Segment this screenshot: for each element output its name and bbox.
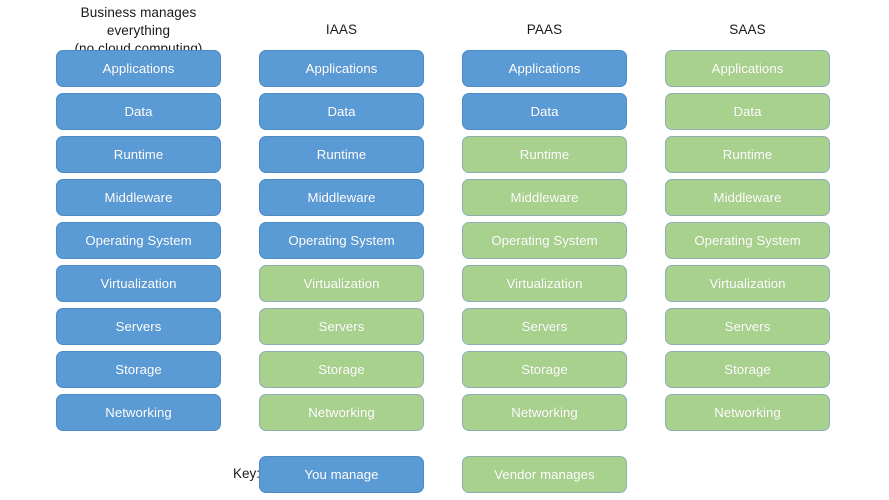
layer-cell-label: Runtime — [722, 147, 773, 162]
layer-cell-label: Networking — [714, 405, 781, 420]
column-heading-line: IAAS — [325, 22, 358, 37]
layer-cell-servers[interactable]: Servers — [56, 308, 221, 345]
layer-cell-label: Middleware — [307, 190, 376, 205]
column-heading-line: PAAS — [526, 22, 563, 37]
layer-cell-virtualization[interactable]: Virtualization — [56, 265, 221, 302]
layer-cell-data[interactable]: Data — [259, 93, 424, 130]
layer-cell-label: Networking — [308, 405, 375, 420]
layer-cell-networking[interactable]: Networking — [665, 394, 830, 431]
layer-cell-label: Servers — [318, 319, 365, 334]
layer-cell-operating-system[interactable]: Operating System — [56, 222, 221, 259]
layer-cell-label: Networking — [511, 405, 578, 420]
layer-cell-label: Runtime — [113, 147, 164, 162]
layer-cell-label: Data — [733, 104, 762, 119]
layer-cell-label: Runtime — [316, 147, 367, 162]
column-heading-paas: PAAS — [462, 21, 627, 39]
layer-cell-label: Middleware — [510, 190, 579, 205]
layer-cell-label: Servers — [724, 319, 771, 334]
layer-cell-label: Applications — [711, 61, 784, 76]
layer-cell-label: Operating System — [491, 233, 598, 248]
layer-cell-runtime[interactable]: Runtime — [56, 136, 221, 173]
layer-cell-operating-system[interactable]: Operating System — [259, 222, 424, 259]
key-item-vendor-manages[interactable]: Vendor manages — [462, 456, 627, 493]
layer-cell-label: Applications — [305, 61, 378, 76]
layer-cell-label: Virtualization — [303, 276, 380, 291]
layer-cell-label: Middleware — [713, 190, 782, 205]
layer-cell-label: Storage — [521, 362, 568, 377]
layer-cell-servers[interactable]: Servers — [259, 308, 424, 345]
layer-cell-middleware[interactable]: Middleware — [56, 179, 221, 216]
layer-cell-label: Operating System — [85, 233, 192, 248]
layer-cell-operating-system[interactable]: Operating System — [462, 222, 627, 259]
layer-cell-label: Operating System — [288, 233, 395, 248]
column-heading-iaas: IAAS — [259, 21, 424, 39]
layer-cell-data[interactable]: Data — [56, 93, 221, 130]
key-label: Key: — [232, 466, 260, 481]
layer-cell-label: Runtime — [519, 147, 570, 162]
layer-cell-middleware[interactable]: Middleware — [462, 179, 627, 216]
layer-cell-storage[interactable]: Storage — [56, 351, 221, 388]
layer-cell-data[interactable]: Data — [462, 93, 627, 130]
layer-cell-virtualization[interactable]: Virtualization — [462, 265, 627, 302]
key-item-label: You manage — [304, 467, 379, 482]
key-item-label: Vendor manages — [494, 467, 595, 482]
layer-cell-label: Data — [327, 104, 356, 119]
layer-cell-label: Virtualization — [709, 276, 786, 291]
layer-cell-storage[interactable]: Storage — [259, 351, 424, 388]
layer-cell-networking[interactable]: Networking — [56, 394, 221, 431]
layer-cell-runtime[interactable]: Runtime — [462, 136, 627, 173]
layer-cell-label: Servers — [521, 319, 568, 334]
layer-cell-label: Middleware — [104, 190, 173, 205]
layer-cell-label: Storage — [318, 362, 365, 377]
layer-cell-virtualization[interactable]: Virtualization — [665, 265, 830, 302]
layer-cell-label: Virtualization — [506, 276, 583, 291]
layer-cell-networking[interactable]: Networking — [259, 394, 424, 431]
layer-cell-label: Servers — [115, 319, 162, 334]
column-heading-line: SAAS — [729, 22, 766, 37]
layer-cell-label: Storage — [115, 362, 162, 377]
layer-cell-operating-system[interactable]: Operating System — [665, 222, 830, 259]
layer-cell-storage[interactable]: Storage — [462, 351, 627, 388]
layer-cell-label: Operating System — [694, 233, 801, 248]
layer-cell-label: Data — [124, 104, 153, 119]
layer-cell-servers[interactable]: Servers — [665, 308, 830, 345]
layer-cell-label: Networking — [105, 405, 172, 420]
layer-cell-runtime[interactable]: Runtime — [259, 136, 424, 173]
layer-cell-label: Applications — [508, 61, 581, 76]
layer-cell-applications[interactable]: Applications — [56, 50, 221, 87]
layer-cell-storage[interactable]: Storage — [665, 351, 830, 388]
layer-cell-middleware[interactable]: Middleware — [259, 179, 424, 216]
layer-cell-servers[interactable]: Servers — [462, 308, 627, 345]
column-heading-saas: SAAS — [665, 21, 830, 39]
key-item-you-manage[interactable]: You manage — [259, 456, 424, 493]
layer-cell-label: Storage — [724, 362, 771, 377]
layer-cell-virtualization[interactable]: Virtualization — [259, 265, 424, 302]
cloud-service-model-diagram: Business manages everything (no cloud com… — [0, 0, 889, 500]
layer-cell-label: Data — [530, 104, 559, 119]
layer-cell-middleware[interactable]: Middleware — [665, 179, 830, 216]
layer-cell-networking[interactable]: Networking — [462, 394, 627, 431]
layer-cell-label: Virtualization — [100, 276, 177, 291]
column-heading-line: Business manages everything — [80, 5, 197, 38]
layer-cell-data[interactable]: Data — [665, 93, 830, 130]
layer-cell-applications[interactable]: Applications — [665, 50, 830, 87]
layer-cell-applications[interactable]: Applications — [259, 50, 424, 87]
layer-cell-applications[interactable]: Applications — [462, 50, 627, 87]
layer-cell-runtime[interactable]: Runtime — [665, 136, 830, 173]
layer-cell-label: Applications — [102, 61, 175, 76]
